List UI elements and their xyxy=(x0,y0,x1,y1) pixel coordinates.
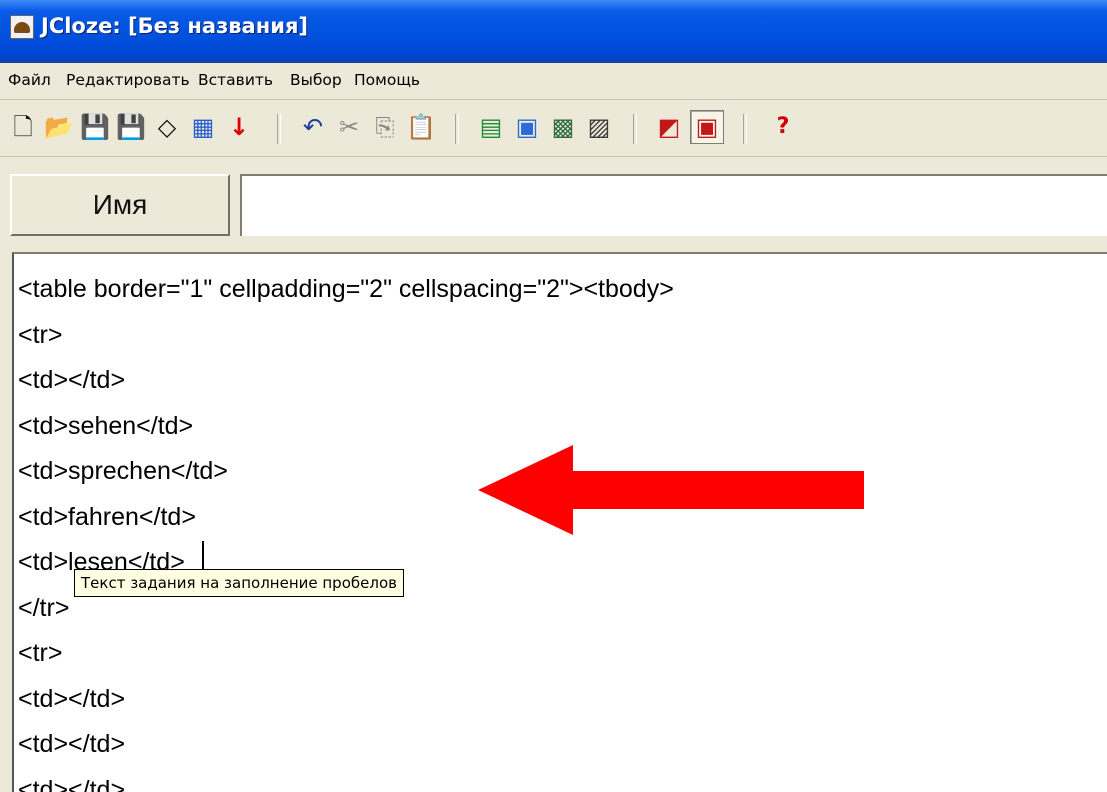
code-line: <td></td> xyxy=(18,358,674,404)
menu-help[interactable]: Помощь xyxy=(354,71,420,89)
menu-file[interactable]: Файл xyxy=(8,71,51,89)
title-bar[interactable]: JCloze: [Без названия] xyxy=(0,0,1107,63)
copy-icon[interactable]: ⎘ xyxy=(368,110,402,144)
toolbar-separator xyxy=(455,114,459,144)
code-line: <tr> xyxy=(18,313,674,359)
export-web-icon[interactable]: ▦ xyxy=(186,110,220,144)
menu-bar: Файл Редактировать Вставить Выбор Помощь xyxy=(0,63,1107,100)
code-line: <td></td> xyxy=(18,768,674,792)
name-label-button[interactable]: Имя xyxy=(10,174,230,236)
new-file-icon[interactable]: 🗋 xyxy=(6,110,40,144)
colors-icon[interactable]: ◩ xyxy=(652,110,686,144)
export-arrow-icon[interactable]: ↓ xyxy=(222,110,256,144)
toolbar-separator xyxy=(633,114,637,144)
code-line: <td></td> xyxy=(18,722,674,768)
name-input[interactable] xyxy=(240,174,1107,236)
web-page-icon[interactable]: ▤ xyxy=(474,110,508,144)
save-as-icon[interactable]: 💾 xyxy=(114,110,148,144)
eraser-icon[interactable]: ◇ xyxy=(150,110,184,144)
toolbar-separator xyxy=(277,114,281,144)
grid-b-icon[interactable]: ▨ xyxy=(582,110,616,144)
code-line: <tr> xyxy=(18,631,674,677)
menu-select[interactable]: Выбор xyxy=(290,71,342,89)
undo-icon[interactable]: ↶ xyxy=(296,110,330,144)
toolbar: 🗋 📂 💾 💾 ◇ ▦ ↓ ↶ ✂ ⎘ 📋 ▤ ▣ ▩ ▨ ◩ ▣ ? xyxy=(0,100,1107,157)
tooltip: Текст задания на заполнение пробелов xyxy=(74,569,404,597)
code-line: <table border="1" cellpadding="2" cellsp… xyxy=(18,267,674,313)
toolbar-separator xyxy=(743,114,747,144)
menu-edit[interactable]: Редактировать xyxy=(66,71,190,89)
paste-icon[interactable]: 📋 xyxy=(404,110,438,144)
code-line: <td>sehen</td> xyxy=(18,404,674,450)
window-icon[interactable]: ▣ xyxy=(510,110,544,144)
save-icon[interactable]: 💾 xyxy=(78,110,112,144)
help-icon[interactable]: ? xyxy=(766,110,800,144)
red-arrow-icon xyxy=(478,445,864,535)
text-caret xyxy=(202,541,204,571)
window-title: JCloze: [Без названия] xyxy=(41,14,308,38)
app-icon[interactable] xyxy=(10,15,34,39)
cut-icon[interactable]: ✂ xyxy=(332,110,366,144)
open-folder-icon[interactable]: 📂 xyxy=(42,110,76,144)
code-line: <td></td> xyxy=(18,677,674,723)
config-icon[interactable]: ▣ xyxy=(690,110,724,144)
grid-a-icon[interactable]: ▩ xyxy=(546,110,580,144)
menu-insert[interactable]: Вставить xyxy=(198,71,273,89)
